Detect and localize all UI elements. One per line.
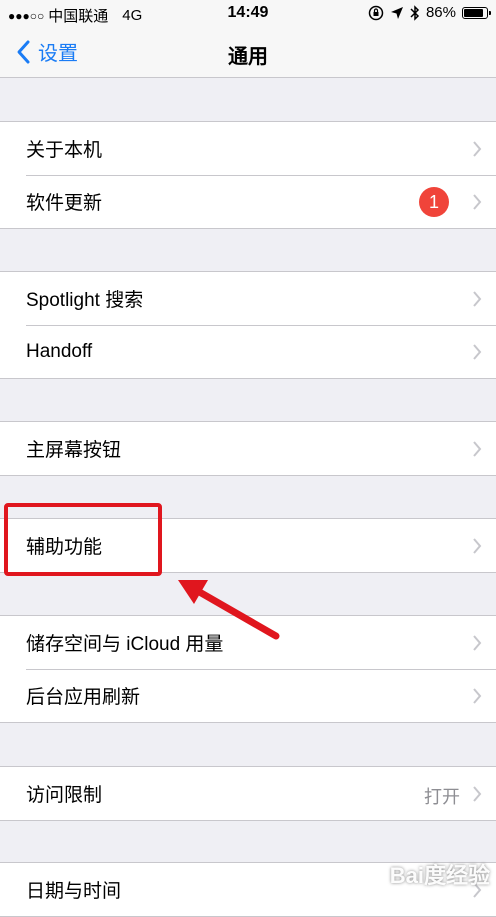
row-value: 打开 [424,787,460,807]
row-spotlight-search[interactable]: Spotlight 搜索 [0,272,496,325]
highlight-annotation-box [4,503,162,576]
annotation-arrow-icon [178,580,280,640]
row-about[interactable]: 关于本机 [0,122,496,175]
row-handoff[interactable]: Handoff [0,325,496,378]
row-label: Handoff [26,340,93,362]
status-right: 86% [368,4,491,21]
chevron-right-icon [473,786,482,802]
row-software-update[interactable]: 软件更新 1 [0,175,496,228]
chevron-right-icon [473,344,482,360]
row-home-button[interactable]: 主屏幕按钮 [0,422,496,475]
settings-group-restrictions: 访问限制 打开 [0,766,496,821]
chevron-right-icon [473,635,482,651]
row-label: 关于本机 [26,140,103,161]
settings-group-search: Spotlight 搜索 Handoff [0,271,496,379]
chevron-right-icon [473,194,482,210]
location-arrow-icon [390,6,403,19]
watermark: Bai度经验 [389,863,490,888]
row-label: 软件更新 [26,193,103,214]
row-label: 主屏幕按钮 [26,440,122,461]
bluetooth-icon [410,4,420,21]
battery-percent: 86% [425,4,456,21]
chevron-right-icon [473,441,482,457]
row-label: 访问限制 [26,785,103,806]
navigation-bar: 设置 通用 [0,28,496,78]
battery-icon [462,6,491,19]
row-label: 后台应用刷新 [26,687,141,708]
status-bar: ●●●○○ 中国联通 4G 14:49 86% [0,0,496,28]
settings-group-about: 关于本机 软件更新 1 [0,121,496,229]
row-restrictions[interactable]: 访问限制 打开 [0,767,496,820]
chevron-right-icon [473,688,482,704]
chevron-right-icon [473,538,482,554]
row-label: Spotlight 搜索 [26,290,144,311]
page-title: 通用 [228,46,268,68]
orientation-lock-icon [368,5,384,20]
notification-badge: 1 [419,187,449,217]
row-label: 日期与时间 [26,881,122,902]
chevron-right-icon [473,141,482,157]
chevron-right-icon [473,291,482,307]
row-background-refresh[interactable]: 后台应用刷新 [0,669,496,722]
settings-group-home-button: 主屏幕按钮 [0,421,496,476]
